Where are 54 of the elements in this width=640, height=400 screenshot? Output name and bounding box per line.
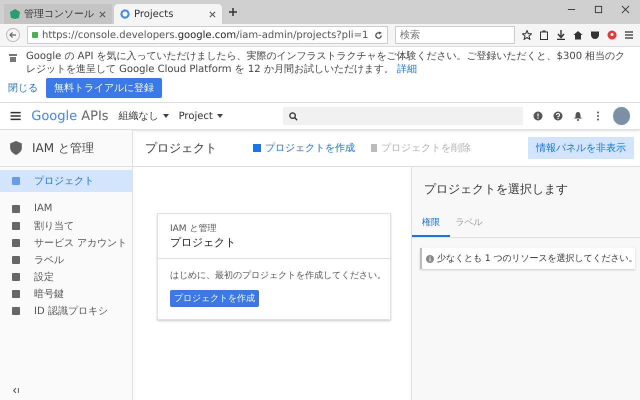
search-field[interactable]: [282, 107, 524, 125]
browser-tab[interactable]: 管理コンソール: [4, 4, 112, 24]
address-field[interactable]: https://console.developers.google.com/iam-admin/projects?pli=1: [27, 26, 388, 44]
info-icon: [426, 254, 434, 262]
sidebar-item[interactable]: プロジェクト: [0, 170, 132, 192]
card-subtitle: IAM と管理: [170, 222, 218, 235]
details-link[interactable]: 詳細: [396, 64, 417, 75]
notice-text: 少なくとも 1 つのリソースを選択してください。: [437, 252, 638, 265]
close-icon[interactable]: [621, 5, 630, 14]
caret-icon: [216, 114, 223, 118]
back-icon[interactable]: [6, 28, 20, 42]
close-icon[interactable]: [209, 10, 216, 18]
feedback-icon[interactable]: [533, 111, 544, 121]
sidebar-item[interactable]: 設定: [0, 268, 132, 285]
reload-icon[interactable]: [374, 30, 383, 40]
banner-message: Google の API を気に入っていただけましたら、実際のインフラストラクチャをご体験ください。ご登録いただくと、$300 相当のクレジットを進呈して Google Cloud Platform を 12 か月間お試しいただけます。 詳細: [26, 50, 626, 76]
close-link[interactable]: 閉じる: [8, 81, 38, 95]
sidebar-item[interactable]: IAM: [0, 200, 132, 217]
project-dropdown[interactable]: Project: [178, 110, 223, 122]
new-tab-icon[interactable]: [228, 7, 238, 17]
panel-title: プロジェクトを選択します: [423, 181, 569, 198]
search-field[interactable]: 検索: [395, 26, 515, 44]
collapse-icon[interactable]: [12, 387, 20, 394]
sidebar-item[interactable]: 暗号鍵: [0, 285, 132, 302]
clipboard-icon[interactable]: [539, 30, 549, 40]
page-title: プロジェクト: [145, 140, 217, 156]
avatar[interactable]: [613, 107, 630, 125]
caret-icon: [162, 114, 169, 118]
free-trial-button[interactable]: 無料トライアルに登録: [46, 78, 162, 98]
hide-info-panel-button[interactable]: 情報パネルを非表示: [528, 137, 634, 159]
card-text: はじめに、最初のプロジェクトを作成してください。: [170, 269, 378, 282]
sidebar-item[interactable]: 割り当て: [0, 217, 132, 234]
download-icon[interactable]: [556, 30, 566, 40]
maximize-icon[interactable]: [594, 5, 603, 14]
star-icon[interactable]: [522, 30, 532, 40]
sidebar-item[interactable]: ラベル: [0, 251, 132, 268]
google-apis-logo[interactable]: Google APIs: [31, 108, 109, 124]
help-icon[interactable]: [553, 111, 564, 121]
create-project-button[interactable]: プロジェクトを作成: [170, 290, 259, 307]
menu-icon[interactable]: [624, 30, 634, 40]
search-icon: [288, 112, 298, 120]
menu-icon[interactable]: [10, 110, 22, 122]
create-project-button[interactable]: プロジェクトを作成: [253, 141, 355, 155]
notification-bell-icon[interactable]: [573, 111, 584, 121]
card-title: プロジェクト: [170, 235, 237, 250]
organization-dropdown[interactable]: 組織なし: [118, 109, 169, 123]
sidebar-title: IAM と管理: [32, 140, 94, 156]
location-pin-icon[interactable]: [607, 30, 617, 40]
browser-tab[interactable]: Projects: [114, 4, 222, 24]
sidebar-item[interactable]: サービス アカウント: [0, 234, 132, 251]
home-icon[interactable]: [573, 30, 583, 40]
close-icon[interactable]: [99, 10, 106, 18]
sidebar-item[interactable]: ID 認識プロキシ: [0, 302, 132, 319]
panel-tab[interactable]: 権限: [412, 210, 450, 237]
